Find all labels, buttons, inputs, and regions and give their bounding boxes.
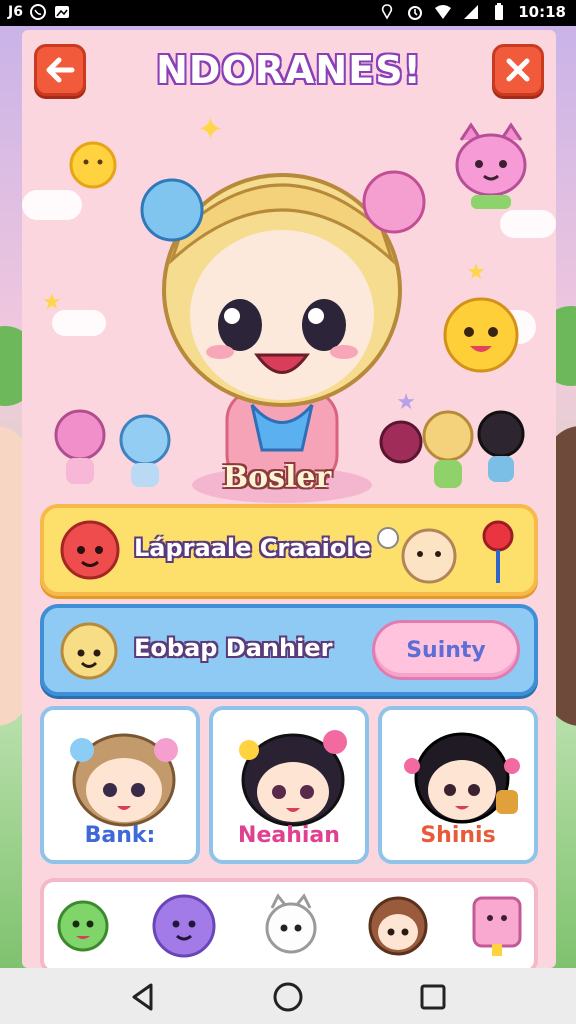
character-portrait-3 [404, 732, 520, 824]
cell-signal-icon [464, 5, 479, 19]
pink-cat-mascot-icon [455, 122, 527, 209]
red-cat-avatar-icon [60, 520, 120, 580]
balloon-icon [482, 520, 514, 583]
navigation-bar [0, 968, 576, 1024]
character-name-3: Shinis [420, 823, 496, 848]
white-cat-icon[interactable] [260, 892, 322, 960]
feature-card-blue[interactable]: Eobap Danhier Suinty [40, 604, 538, 696]
star-decoration: ★ [42, 290, 62, 315]
nav-recents-icon[interactable] [416, 980, 450, 1014]
page-title: NDORANES! [156, 48, 422, 92]
character-portrait-2 [239, 730, 347, 827]
cream-cat-icon [377, 527, 457, 584]
main-panel: NDORANES! ✦ ★ ★ ★ Bosler Lápraale Craaio… [22, 30, 556, 968]
character-name-1: Bank: [84, 823, 156, 848]
pink-card-icon[interactable] [466, 892, 528, 960]
close-x-icon [506, 58, 530, 82]
status-bar: J6 10:18 [0, 0, 576, 26]
yellow-fluffy-mascot-icon [443, 297, 519, 373]
whatsapp-icon [29, 4, 46, 20]
purple-monster-icon[interactable] [144, 892, 224, 960]
side-characters-right-image [379, 410, 525, 488]
mascot-row [40, 878, 538, 968]
sun-mascot-icon [69, 141, 117, 189]
character-tile-2[interactable]: Neahian [209, 706, 369, 864]
character-portrait-1 [70, 733, 178, 827]
alarm-icon [408, 6, 423, 20]
nav-back-icon[interactable] [126, 980, 160, 1014]
character-tile-1[interactable]: Bank: [40, 706, 200, 864]
feature-card-yellow-label: Lápraale Craaiole [134, 534, 371, 562]
feature-card-yellow[interactable]: Lápraale Craaiole [40, 504, 538, 596]
back-button[interactable] [34, 44, 86, 96]
green-monster-icon[interactable] [52, 892, 114, 960]
status-left-text: J6 [8, 4, 23, 20]
side-characters-left-image [54, 409, 171, 487]
star-decoration: ★ [466, 260, 486, 285]
close-button[interactable] [492, 44, 544, 96]
status-time: 10:18 [518, 3, 566, 21]
gallery-icon [54, 6, 69, 18]
blonde-avatar-icon [60, 622, 118, 680]
character-name-2: Neahian [238, 823, 340, 848]
feature-card-blue-label: Eobap Danhier [134, 634, 333, 662]
battery-icon [495, 3, 504, 20]
character-tile-3[interactable]: Shinis [378, 706, 538, 864]
location-icon [382, 4, 393, 20]
hero-area: ✦ ★ ★ ★ Bosler [22, 110, 556, 510]
wifi-icon [435, 5, 452, 19]
nav-home-icon[interactable] [271, 980, 305, 1014]
hero-character-name: Bosler [222, 460, 332, 495]
suinty-button[interactable]: Suinty [372, 620, 520, 680]
brown-bear-girl-icon[interactable] [362, 892, 434, 960]
back-arrow-icon [46, 57, 75, 83]
